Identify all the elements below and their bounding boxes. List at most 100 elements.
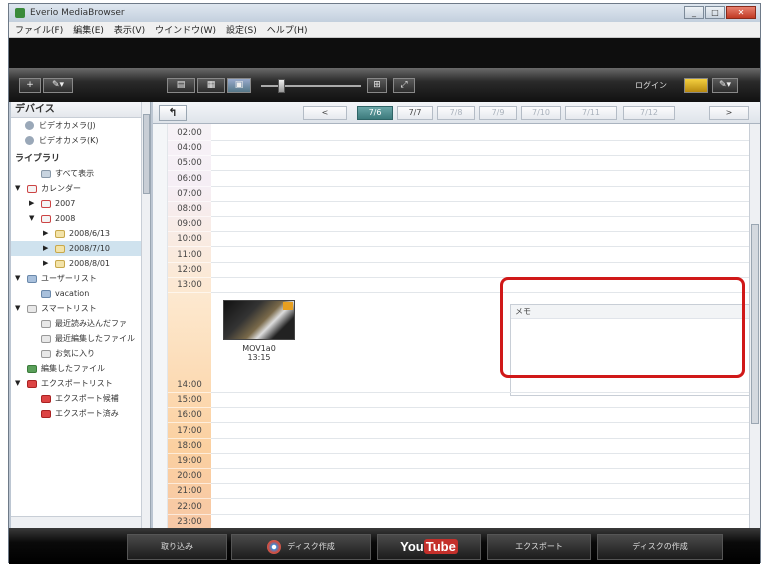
sidebar: デバイス ビデオカメラ(J) ビデオカメラ(K) ライブラリ すべて表示 ▼ カレンダ…: [11, 102, 151, 528]
expand-down-icon[interactable]: ▼: [15, 181, 20, 196]
tools-dropdown[interactable]: ✎▾: [43, 78, 73, 93]
menu-window[interactable]: ウインドウ(W): [155, 23, 216, 36]
library-item[interactable]: ▼ ユーザーリスト: [11, 271, 150, 286]
menu-help[interactable]: ヘルプ(H): [267, 23, 308, 36]
sidebar-scrollbar[interactable]: [141, 102, 150, 528]
export-button[interactable]: エクスポート: [487, 534, 591, 560]
media-item[interactable]: MOV1a0 13:15: [223, 300, 295, 370]
media-name: MOV1a0: [242, 344, 276, 353]
title-bar: Everio MediaBrowser _ □ ✕: [9, 4, 760, 22]
video-badge-icon: [283, 302, 293, 310]
edit-icon[interactable]: ✎▾: [712, 78, 738, 93]
prev-date-button[interactable]: <: [303, 106, 347, 120]
up-button[interactable]: ↰: [159, 105, 187, 121]
video-camera-icon: [25, 136, 34, 145]
date-tab[interactable]: 7/12: [623, 106, 675, 120]
youtube-logo: You Tube: [400, 535, 458, 559]
date-tab[interactable]: 7/8: [437, 106, 475, 120]
expand-right-icon[interactable]: ▶: [43, 256, 48, 271]
export-list-icon: [41, 410, 51, 418]
disc-create-button[interactable]: ディスク作成: [231, 534, 371, 560]
add-button[interactable]: +: [19, 78, 41, 93]
timeline-scrollbar[interactable]: [749, 124, 760, 528]
zoom-slider-track[interactable]: [261, 85, 361, 87]
library-item[interactable]: すべて表示: [11, 166, 150, 181]
library-item[interactable]: ▶ 2007: [11, 196, 150, 211]
view-list-button[interactable]: ▤: [167, 78, 195, 93]
youtube-you-text: You: [400, 539, 424, 554]
library-item[interactable]: ▶ 2008/7/10: [11, 241, 150, 256]
zoom-in-icon[interactable]: ⊞: [367, 78, 387, 93]
library-item[interactable]: エクスポート候補: [11, 391, 150, 406]
menu-view[interactable]: 表示(V): [114, 23, 145, 36]
library-item-label: カレンダー: [41, 184, 81, 193]
date-tab[interactable]: 7/6: [357, 106, 393, 120]
sidebar-scroll-thumb[interactable]: [143, 114, 150, 194]
youtube-tube-text: Tube: [423, 539, 458, 554]
library-item[interactable]: 最近編集したファイル: [11, 331, 150, 346]
library-item[interactable]: ▼ 2008: [11, 211, 150, 226]
time-label: 09:00: [168, 217, 211, 233]
time-label: 12:00: [168, 263, 211, 278]
library-item[interactable]: ▼ スマートリスト: [11, 301, 150, 316]
login-label[interactable]: ログイン: [635, 80, 667, 91]
zoom-slider-handle[interactable]: [278, 79, 285, 93]
expand-down-icon[interactable]: ▼: [15, 271, 20, 286]
expand-down-icon[interactable]: ▼: [15, 301, 20, 316]
library-item[interactable]: vacation: [11, 286, 150, 301]
library-item-label: エクスポート済み: [55, 409, 119, 418]
date-tab[interactable]: 7/10: [521, 106, 561, 120]
user-list-icon: [27, 275, 37, 283]
grid-line: [211, 170, 749, 172]
next-date-button[interactable]: >: [709, 106, 749, 120]
library-item[interactable]: ▶ 2008/8/01: [11, 256, 150, 271]
time-label: 02:00: [168, 126, 211, 141]
grid-line: [211, 468, 749, 469]
library-item[interactable]: 編集したファイル: [11, 361, 150, 376]
disc-burn-button[interactable]: ディスクの作成: [597, 534, 723, 560]
calendar-icon: [41, 215, 51, 223]
window-title: Everio MediaBrowser: [30, 8, 125, 18]
expand-down-icon[interactable]: ▼: [29, 211, 34, 226]
minimize-button[interactable]: _: [684, 6, 704, 19]
folder-icon: [55, 245, 65, 253]
view-thumb-button[interactable]: ▦: [197, 78, 225, 93]
youtube-button[interactable]: You Tube: [377, 534, 481, 560]
library-item[interactable]: ▶ 2008/6/13: [11, 226, 150, 241]
menu-edit[interactable]: 編集(E): [73, 23, 104, 36]
time-label: 07:00: [168, 187, 211, 202]
expand-down-icon[interactable]: ▼: [15, 376, 20, 391]
video-thumbnail[interactable]: [223, 300, 295, 340]
date-tab[interactable]: 7/9: [479, 106, 517, 120]
grid-line: [211, 231, 749, 233]
library-item[interactable]: エクスポート済み: [11, 406, 150, 421]
bottom-bar: 取り込み ディスク作成 You Tube エクスポート ディスクの作成: [9, 528, 760, 564]
menu-file[interactable]: ファイル(F): [15, 23, 63, 36]
view-calendar-button[interactable]: ▣: [227, 78, 251, 93]
library-item-label: 2008/7/10: [69, 244, 111, 253]
sidebar-hscrollbar[interactable]: [11, 516, 141, 528]
menu-settings[interactable]: 設定(S): [226, 23, 257, 36]
date-tab[interactable]: 7/7: [397, 106, 433, 120]
expand-right-icon[interactable]: ▶: [29, 196, 34, 211]
date-tab[interactable]: 7/11: [565, 106, 617, 120]
maximize-button[interactable]: □: [705, 6, 725, 19]
expand-right-icon[interactable]: ▶: [43, 241, 48, 256]
grid-line: [211, 452, 749, 454]
fullscreen-icon[interactable]: ⤢: [393, 78, 415, 93]
library-item[interactable]: ▼ カレンダー: [11, 181, 150, 196]
import-button[interactable]: 取り込み: [127, 534, 227, 560]
gold-folder-icon[interactable]: [684, 78, 708, 93]
library-item-label: お気に入り: [55, 349, 95, 358]
close-button[interactable]: ✕: [726, 6, 756, 19]
devices-header: デバイス: [11, 102, 150, 118]
device-item[interactable]: ビデオカメラ(J): [11, 118, 150, 133]
device-item[interactable]: ビデオカメラ(K): [11, 133, 150, 148]
library-item[interactable]: ▼ エクスポートリスト: [11, 376, 150, 391]
expand-right-icon[interactable]: ▶: [43, 226, 48, 241]
library-item-label: 2007: [55, 199, 76, 208]
library-item-label: 最近編集したファイル: [55, 334, 135, 343]
library-item[interactable]: お気に入り: [11, 346, 150, 361]
library-item[interactable]: 最近読み込んだファ: [11, 316, 150, 331]
timeline-scroll-thumb[interactable]: [751, 224, 759, 424]
